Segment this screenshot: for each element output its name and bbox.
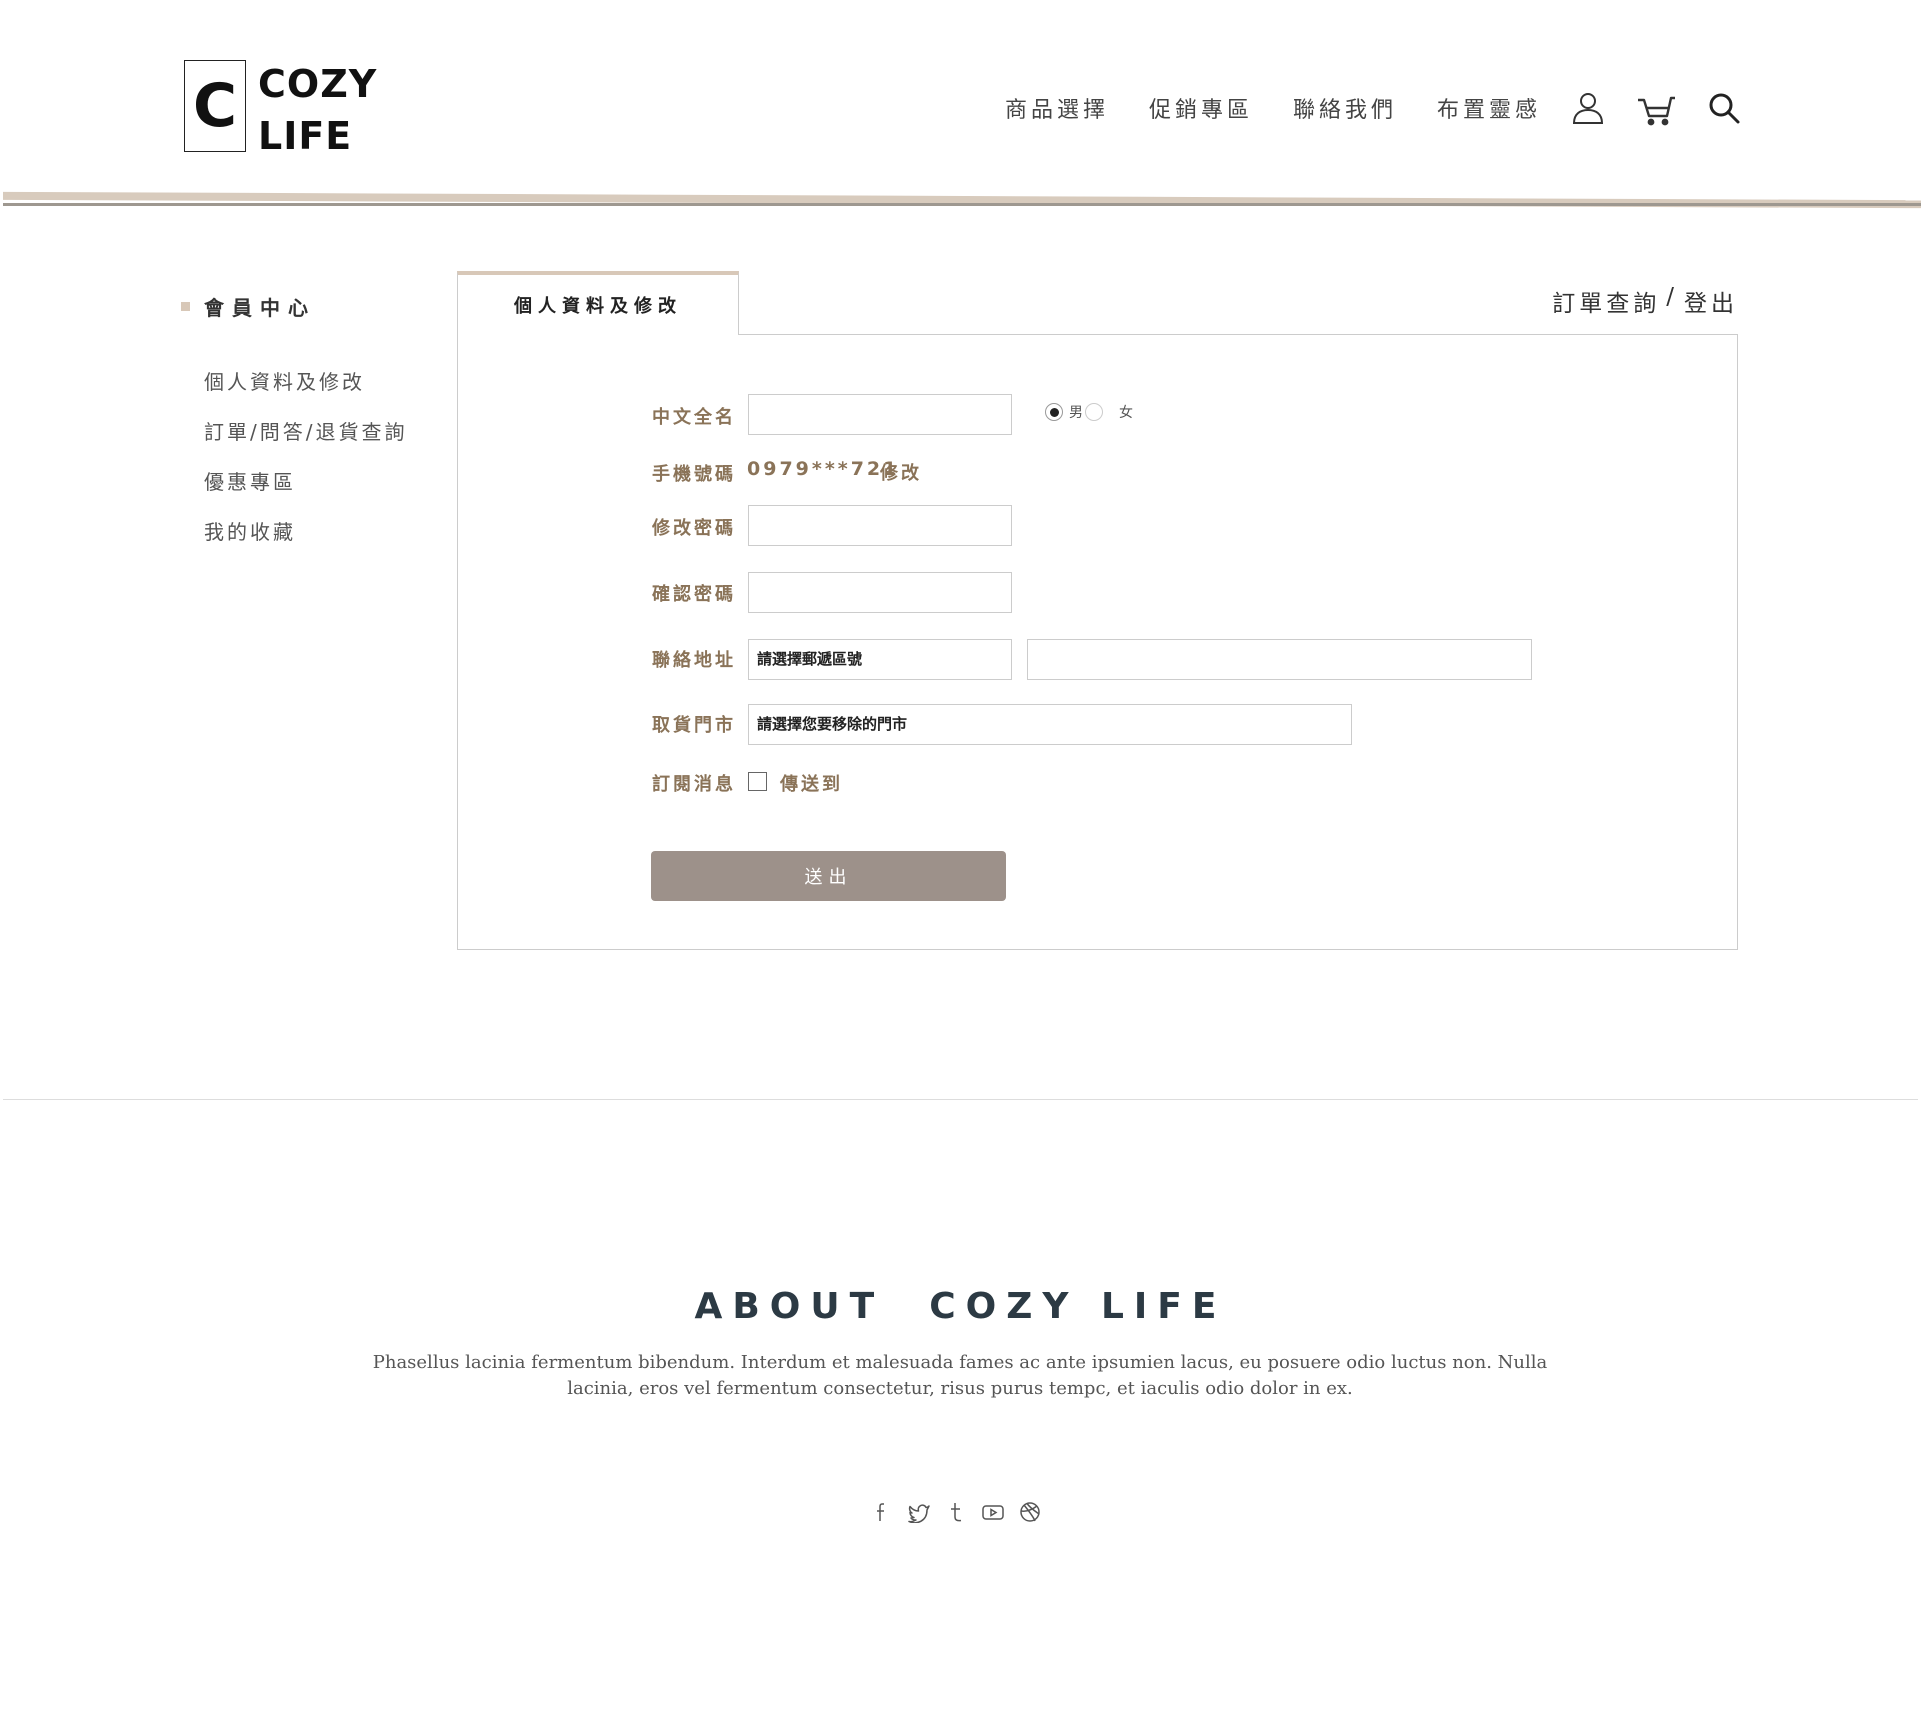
sidebar-bullet xyxy=(181,302,190,311)
password-input[interactable] xyxy=(748,505,1012,546)
footer-divider xyxy=(3,1099,1918,1100)
sidebar-header: 會員中心 xyxy=(181,292,316,321)
confirm-password-input[interactable] xyxy=(748,572,1012,613)
panel-top-links: 訂單查詢 / 登出 xyxy=(1552,284,1738,318)
nav-link-inspiration[interactable]: 布置靈感 xyxy=(1437,92,1541,124)
sidebar-menu: 個人資料及修改 訂單/問答/退貨查詢 優惠專區 我的收藏 xyxy=(204,370,407,570)
confirm-password-label: 確認密碼 xyxy=(652,584,736,605)
subscribe-checkbox[interactable] xyxy=(748,772,767,791)
twitter-icon[interactable] xyxy=(907,1500,931,1524)
search-icon[interactable] xyxy=(1704,88,1744,128)
tab-profile[interactable]: 個人資料及修改 xyxy=(457,271,739,335)
header-divider-shadow xyxy=(3,203,1921,206)
store-label: 取貨門市 xyxy=(652,715,736,736)
order-query-link[interactable]: 訂單查詢 xyxy=(1552,284,1660,318)
facebook-icon[interactable] xyxy=(870,1500,894,1524)
sidebar-item-orders[interactable]: 訂單/問答/退貨查詢 xyxy=(204,420,407,470)
dribbble-icon[interactable] xyxy=(1018,1500,1042,1524)
cart-icon[interactable] xyxy=(1636,88,1676,128)
zipcode-select[interactable]: 請選擇郵遞區號 xyxy=(748,639,1012,680)
logout-link[interactable]: 登出 xyxy=(1684,284,1738,318)
sidebar-item-favorites[interactable]: 我的收藏 xyxy=(204,520,407,570)
sidebar-item-profile[interactable]: 個人資料及修改 xyxy=(204,370,407,420)
about-title: ABOUT COZY LIFE xyxy=(694,1286,1227,1327)
about-text: Phasellus lacinia fermentum bibendum. In… xyxy=(372,1352,1548,1399)
gender-radio-female[interactable] xyxy=(1085,403,1103,421)
phone-edit-link[interactable]: 修改 xyxy=(880,459,922,485)
sidebar-item-offers[interactable]: 優惠專區 xyxy=(204,470,407,520)
logo-mark: C xyxy=(184,60,246,152)
social-links xyxy=(870,1500,1055,1524)
password-label: 修改密碼 xyxy=(652,518,736,539)
gender-label-male: 男 xyxy=(1069,405,1083,421)
radio-selected-dot xyxy=(1049,407,1059,417)
header-icons xyxy=(1568,88,1744,128)
user-icon[interactable] xyxy=(1568,88,1608,128)
logo-line-2: LIFE xyxy=(258,114,353,158)
logo-line-1: COZY xyxy=(258,62,378,106)
main-nav: 商品選擇 促銷專區 聯絡我們 布置靈感 xyxy=(1005,92,1581,124)
tumblr-icon[interactable] xyxy=(944,1500,968,1524)
subscribe-label: 訂閱消息 xyxy=(652,774,736,795)
youtube-icon[interactable] xyxy=(981,1500,1005,1524)
gender-label-female: 女 xyxy=(1119,405,1133,421)
gender-radio-male[interactable] xyxy=(1045,403,1063,421)
phone-value: 0979***721 xyxy=(747,458,900,480)
link-separator: / xyxy=(1666,284,1678,310)
subscribe-option-label: 傳送到 xyxy=(780,774,843,795)
logo[interactable]: C COZY LIFE xyxy=(184,58,377,162)
sidebar-title: 會員中心 xyxy=(204,296,316,320)
logo-wordmark: COZY LIFE xyxy=(258,58,377,162)
name-input[interactable] xyxy=(748,394,1012,435)
nav-link-contact[interactable]: 聯絡我們 xyxy=(1293,92,1397,124)
store-select[interactable]: 請選擇您要移除的門市 xyxy=(748,704,1352,745)
address-label: 聯絡地址 xyxy=(652,650,736,671)
gender-radio-group: 男 女 xyxy=(1045,402,1133,422)
name-label: 中文全名 xyxy=(652,407,736,428)
submit-button[interactable]: 送出 xyxy=(651,851,1006,901)
phone-label: 手機號碼 xyxy=(652,464,736,485)
nav-link-promotions[interactable]: 促銷專區 xyxy=(1149,92,1253,124)
nav-link-products[interactable]: 商品選擇 xyxy=(1005,92,1109,124)
address-input[interactable] xyxy=(1027,639,1532,680)
